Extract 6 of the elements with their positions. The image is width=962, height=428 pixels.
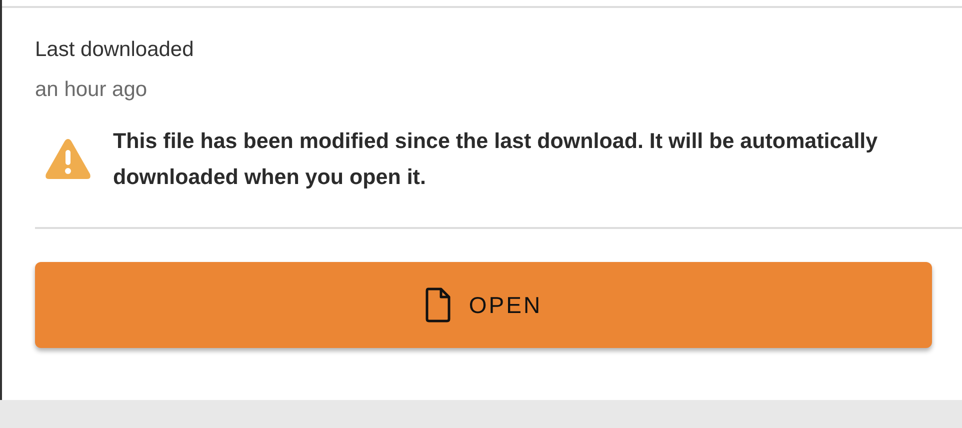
warning-message: This file has been modified since the last download. It will be automatically downloaded when you open it. (113, 128, 879, 191)
open-button[interactable]: OPEN (35, 262, 932, 348)
file-icon (424, 287, 451, 323)
field-value: an hour ago (35, 77, 148, 103)
warning-icon (44, 137, 92, 181)
field-label: Last downloaded (35, 37, 195, 63)
